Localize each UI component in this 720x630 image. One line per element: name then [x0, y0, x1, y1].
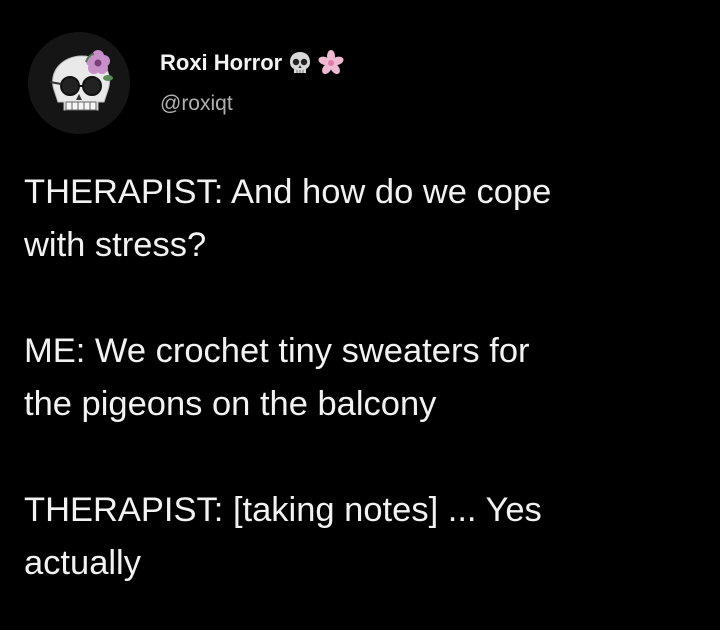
author-name-row[interactable]: Roxi Horror — [160, 46, 344, 80]
cherry-blossom-emoji-icon — [318, 50, 344, 76]
author-handle[interactable]: @roxiqt — [160, 92, 233, 116]
skull-emoji-icon — [287, 50, 313, 76]
tweet-paragraph-3: THERAPIST: [taking notes] ... Yes actual… — [24, 491, 542, 582]
tweet-paragraph-2: ME: We crochet tiny sweaters for the pig… — [24, 332, 530, 423]
tweet-card: Roxi Horror @roxiqt THERAPIST: And how d… — [0, 0, 720, 630]
author-display-name[interactable]: Roxi Horror — [160, 50, 282, 76]
tweet-text: THERAPIST: And how do we cope with stres… — [24, 166, 704, 590]
skull-with-flower-avatar-icon — [28, 32, 130, 134]
profile-avatar[interactable] — [28, 32, 130, 134]
tweet-paragraph-1: THERAPIST: And how do we cope with stres… — [24, 173, 552, 264]
